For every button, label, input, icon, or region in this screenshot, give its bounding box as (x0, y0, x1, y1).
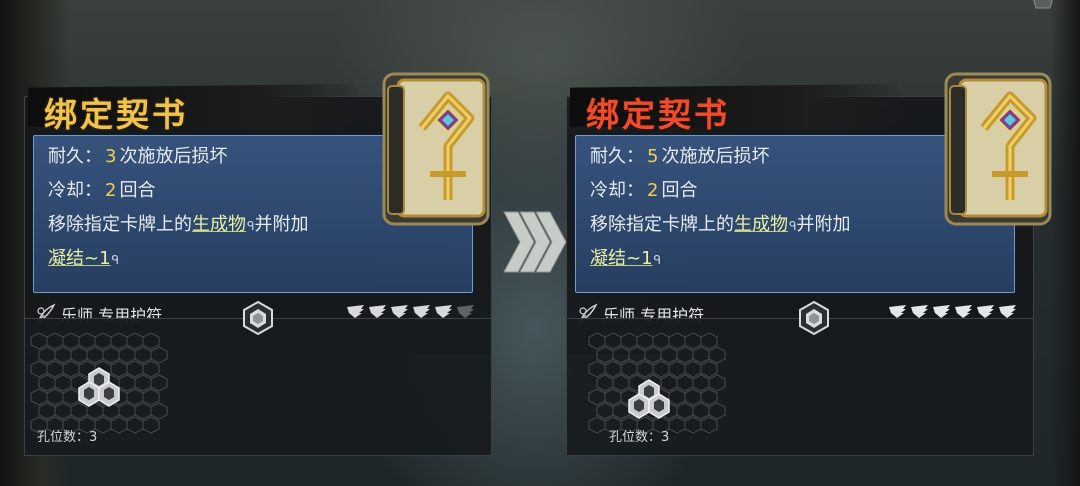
card-before[interactable]: 耐久： 3 次施放后损坏 冷却： 2 回合 移除指定卡牌上的生成物ᑫ并附加 凝结~1ᑫ … (24, 72, 492, 456)
info-hint-icon[interactable]: ᑫ (112, 253, 120, 267)
socket-panel: 孔位数：3 (24, 318, 492, 456)
binding-book-icon[interactable] (940, 68, 1056, 230)
info-hint-icon[interactable]: ᑫ (789, 219, 797, 233)
corner-ornament-icon (1033, 0, 1053, 9)
cooldown-value: 2 (105, 180, 117, 201)
cooldown-line: 冷却： 2 回合 (590, 180, 698, 201)
socket-panel: 孔位数：3 (566, 318, 1034, 456)
cooldown-line: 冷却： 2 回合 (48, 180, 156, 201)
effect-line-2: 凝结~1ᑫ (48, 244, 119, 270)
binding-book-icon[interactable] (378, 68, 494, 230)
effect-line-2: 凝结~1ᑫ (590, 244, 661, 270)
upgrade-comparison-screen: 耐久： 3 次施放后损坏 冷却： 2 回合 移除指定卡牌上的生成物ᑫ并附加 凝结~1ᑫ … (0, 0, 1080, 486)
info-hint-icon[interactable]: ᑫ (654, 253, 662, 267)
durability-value: 5 (647, 146, 659, 167)
triple-chevron-right-icon (503, 211, 567, 273)
socket-cluster-icon (78, 367, 120, 407)
socket-count: 孔位数：3 (609, 430, 670, 445)
durability-value: 3 (105, 146, 117, 167)
socket-count: 孔位数：3 (37, 430, 98, 445)
durability-line: 耐久： 5 次施放后损坏 (590, 146, 770, 167)
keyword-freeze[interactable]: 凝结~1 (48, 248, 111, 269)
keyword-generated[interactable]: 生成物 (734, 214, 788, 235)
keyword-generated[interactable]: 生成物 (192, 214, 246, 235)
cooldown-value: 2 (647, 180, 659, 201)
info-hint-icon[interactable]: ᑫ (247, 219, 255, 233)
card-after[interactable]: 耐久： 5 次施放后损坏 冷却： 2 回合 移除指定卡牌上的生成物ᑫ并附加 凝结~1ᑫ … (566, 72, 1052, 456)
socket-gem-icon (243, 300, 273, 336)
card-title: 绑定契书 (44, 95, 188, 134)
effect-line: 移除指定卡牌上的生成物ᑫ并附加 (48, 214, 309, 235)
card-title: 绑定契书 (586, 95, 730, 134)
socket-cluster-icon (628, 379, 670, 419)
durability-line: 耐久： 3 次施放后损坏 (48, 146, 228, 167)
socket-gem-icon (799, 300, 829, 336)
keyword-freeze[interactable]: 凝结~1 (590, 248, 653, 269)
effect-line: 移除指定卡牌上的生成物ᑫ并附加 (590, 214, 851, 235)
